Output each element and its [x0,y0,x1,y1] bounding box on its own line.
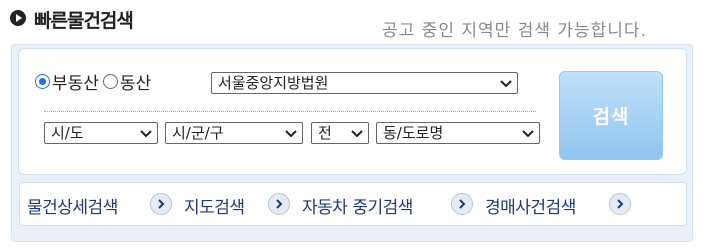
chevron-down-icon [140,130,152,138]
play-bullet-icon [10,10,26,26]
arrow-right-icon[interactable] [150,193,172,215]
notice-text: 공고 중인 지역만 검색 가능합니다. [382,21,647,41]
radio-movable[interactable] [102,74,118,89]
radio-real-estate[interactable] [35,74,50,89]
radio-movable-label[interactable]: 동산 [120,69,151,94]
court-select[interactable]: 서울중앙지방법원 [211,72,518,94]
type-select[interactable]: 전 [311,122,369,144]
chevron-down-icon [351,130,363,138]
gungu-select-value: 시/군/구 [172,124,224,142]
divider [44,111,536,112]
radio-real-estate-label[interactable]: 부동산 [52,69,99,94]
type-select-value: 전 [318,124,332,142]
sido-select[interactable]: 시/도 [44,122,158,144]
chevron-down-icon [500,80,512,88]
arrow-right-icon[interactable] [609,193,631,215]
link-case-search[interactable]: 경매사건검색 [485,193,576,218]
sido-select-value: 시/도 [51,124,84,142]
court-select-value: 서울중앙지방법원 [218,74,329,92]
chevron-down-icon [285,130,297,138]
page-title: 빠른물건검색 [34,10,134,32]
property-type-radios: 부동산 동산 [35,69,155,94]
arrow-right-icon[interactable] [268,193,290,215]
link-detail-search[interactable]: 물건상세검색 [27,193,118,218]
link-vehicle-search[interactable]: 자동차 중기검색 [302,193,413,218]
link-map-search[interactable]: 지도검색 [184,193,245,218]
arrow-right-icon[interactable] [451,193,473,215]
gungu-select[interactable]: 시/군/구 [165,122,303,144]
dong-select-value: 동/도로명 [383,124,444,142]
chevron-down-icon [522,130,534,138]
dong-select[interactable]: 동/도로명 [376,122,540,144]
search-button[interactable]: 검색 [559,71,663,160]
